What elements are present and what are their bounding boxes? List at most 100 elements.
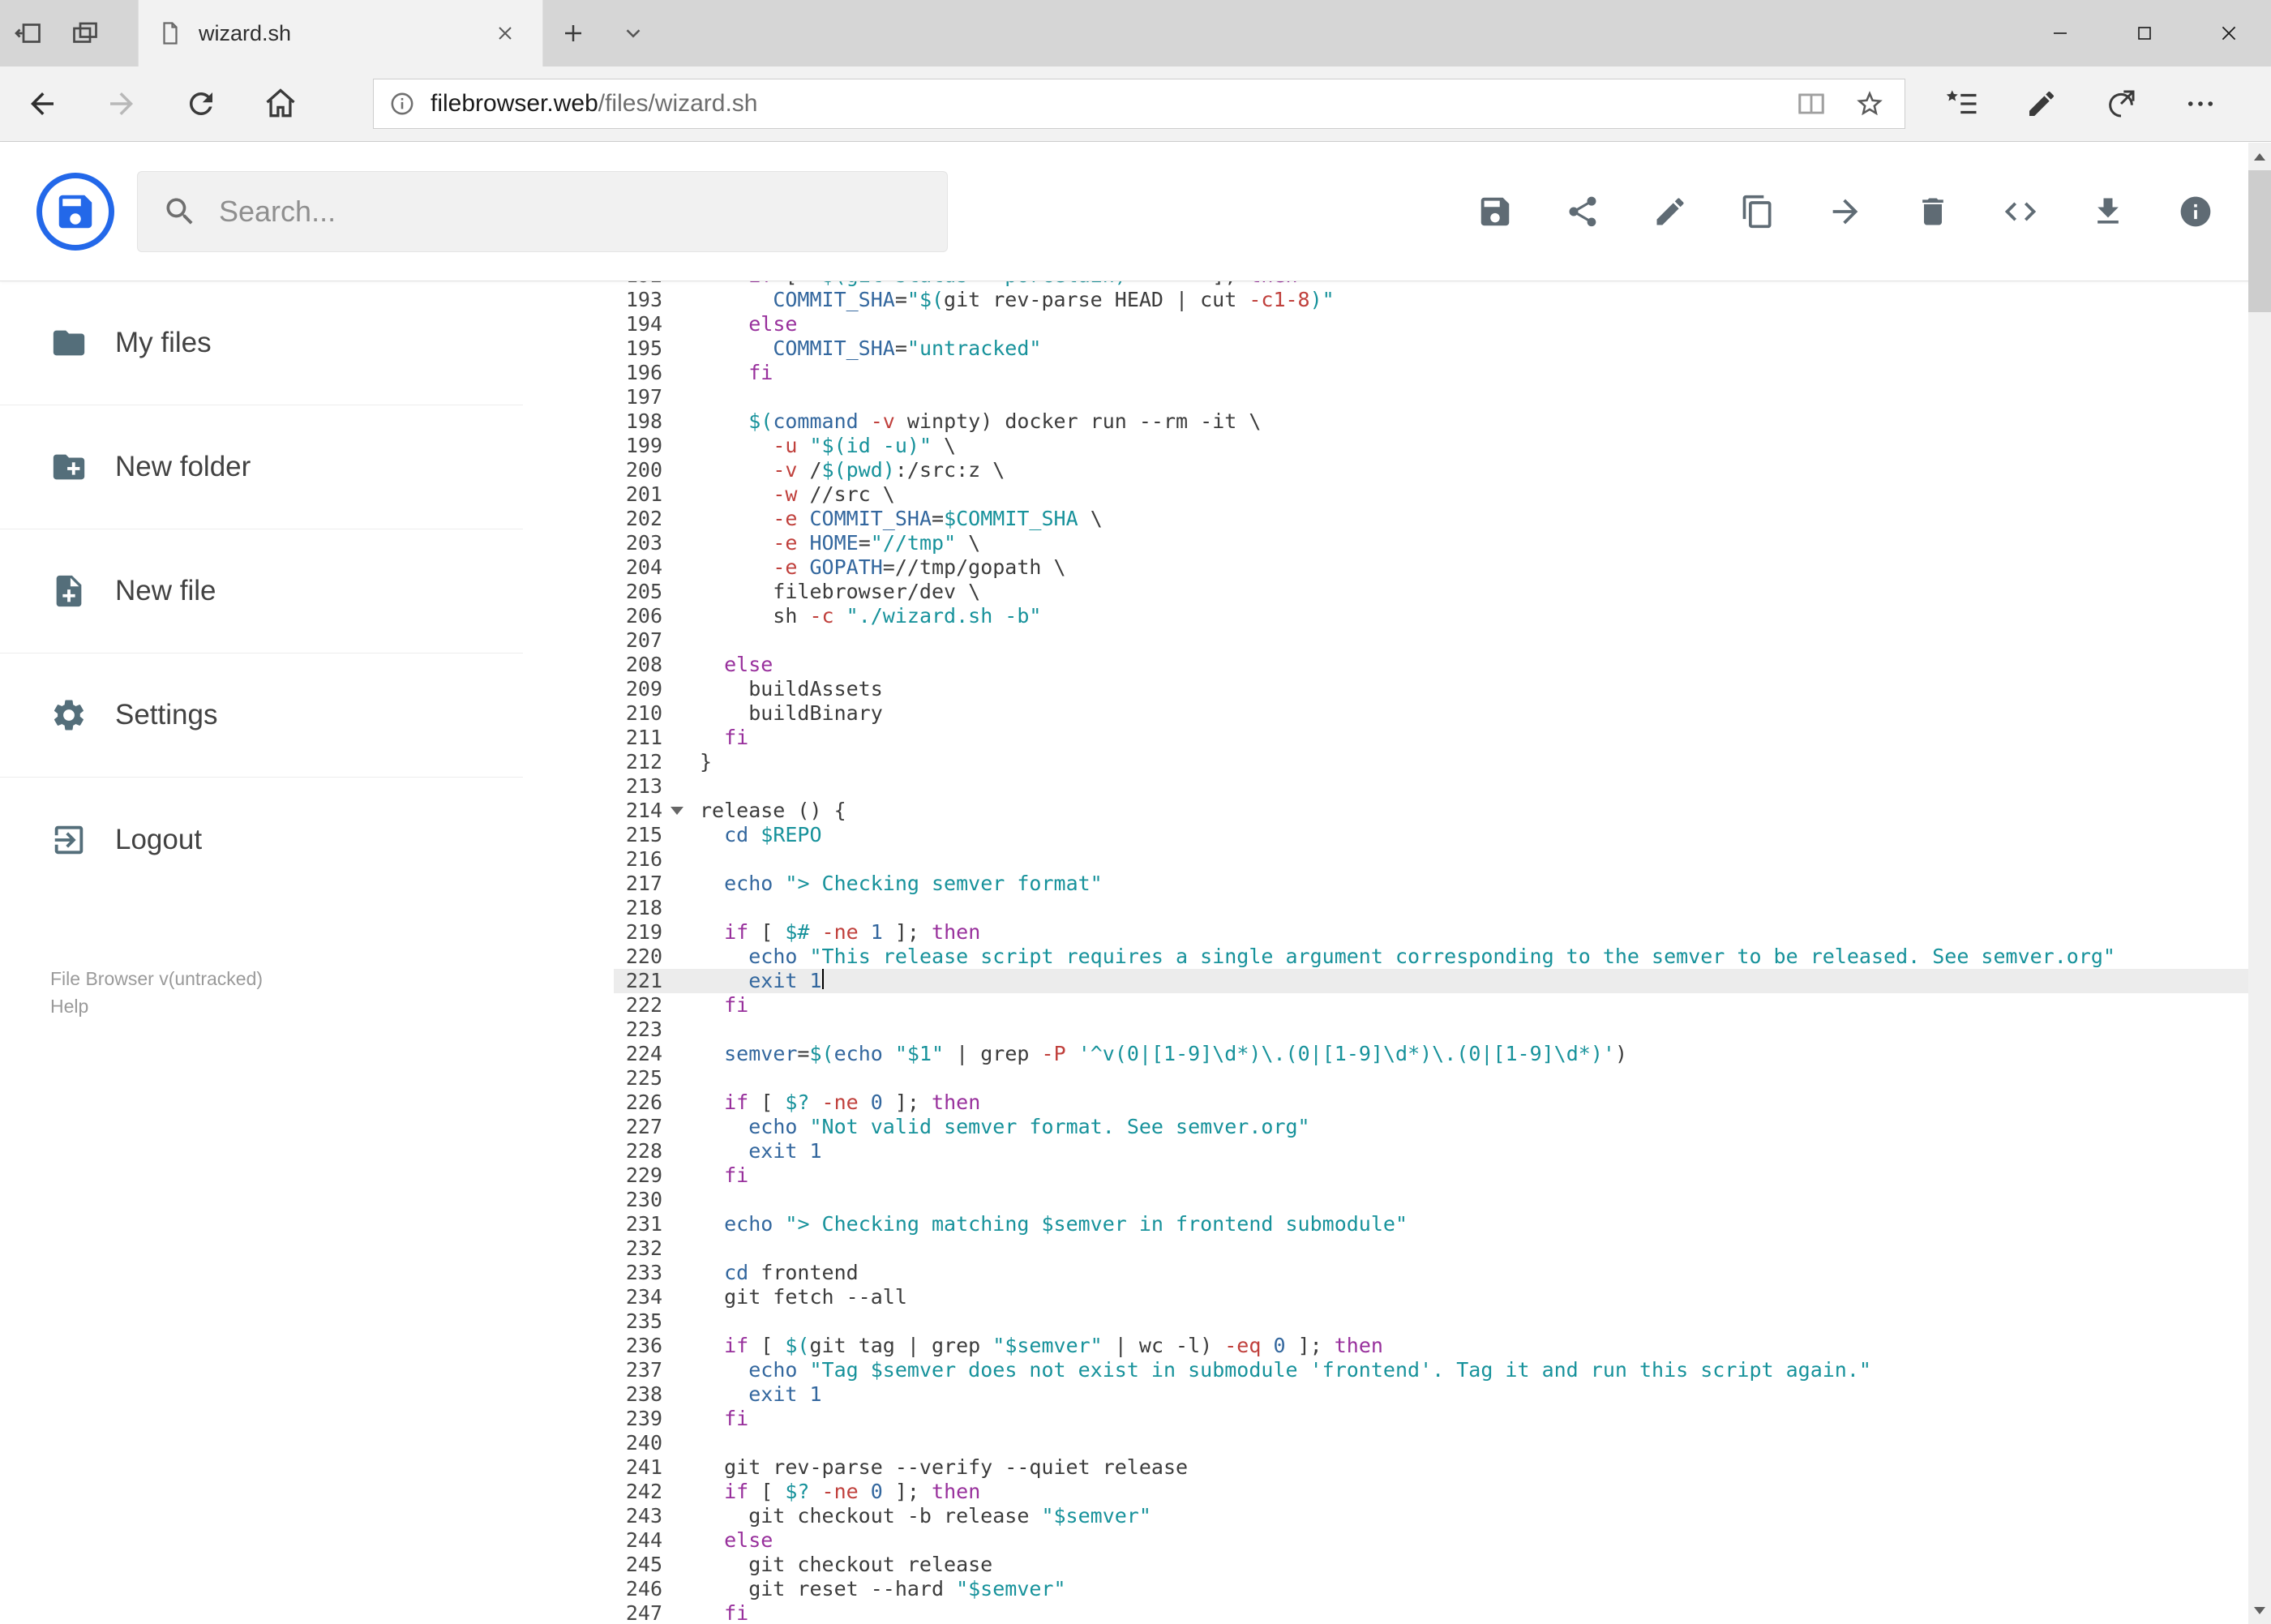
search-bar[interactable]	[137, 170, 948, 252]
code-line[interactable]: 234 git fetch --all	[614, 1285, 2271, 1309]
tab-wizard-sh[interactable]: wizard.sh	[138, 0, 543, 66]
app-logo[interactable]	[36, 172, 114, 251]
new-tab-button[interactable]	[543, 0, 603, 66]
code-editor[interactable]: 192 if [ "$(git status --porcelain)" = "…	[523, 281, 2271, 1622]
share-button[interactable]	[2081, 66, 2161, 142]
code-line[interactable]: 220 echo "This release script requires a…	[614, 945, 2271, 969]
annotate-button[interactable]	[2002, 66, 2081, 142]
back-button[interactable]	[6, 66, 78, 142]
scroll-down-button[interactable]	[2248, 1596, 2271, 1624]
code-line[interactable]: 206 sh -c "./wizard.sh -b"	[614, 604, 2271, 628]
share-file-button[interactable]	[1564, 193, 1601, 230]
code-line[interactable]: 196 fi	[614, 361, 2271, 385]
code-line[interactable]: 239 fi	[614, 1407, 2271, 1431]
code-line[interactable]: 201 -w //src \	[614, 482, 2271, 507]
code-line[interactable]: 244 else	[614, 1528, 2271, 1553]
forward-button[interactable]	[86, 66, 157, 142]
code-line[interactable]: 231 echo "> Checking matching $semver in…	[614, 1212, 2271, 1236]
code-line[interactable]: 212}	[614, 750, 2271, 774]
code-line[interactable]: 203 -e HOME="//tmp" \	[614, 531, 2271, 555]
reading-view-button[interactable]	[1796, 88, 1827, 119]
hub-button[interactable]	[1922, 66, 2002, 142]
code-line[interactable]: 228 exit 1	[614, 1139, 2271, 1163]
code-line[interactable]: 215 cd $REPO	[614, 823, 2271, 847]
code-line[interactable]: 242 if [ $? -ne 0 ]; then	[614, 1480, 2271, 1504]
code-line[interactable]: 224 semver=$(echo "$1" | grep -P '^v(0|[…	[614, 1042, 2271, 1066]
code-line[interactable]: 247 fi	[614, 1601, 2271, 1622]
code-line[interactable]: 236 if [ $(git tag | grep "$semver" | wc…	[614, 1334, 2271, 1358]
download-button[interactable]	[2089, 193, 2127, 230]
code-line[interactable]: 199 -u "$(id -u)" \	[614, 434, 2271, 458]
info-button[interactable]	[2177, 193, 2214, 230]
set-tabs-aside-button[interactable]	[0, 0, 57, 66]
code-line[interactable]: 209 buildAssets	[614, 677, 2271, 701]
code-line[interactable]: 235	[614, 1309, 2271, 1334]
minimize-button[interactable]	[2018, 0, 2102, 66]
fold-icon[interactable]	[671, 807, 683, 815]
close-tab-button[interactable]	[487, 15, 523, 51]
sidebar-item-new-folder[interactable]: New folder	[0, 405, 523, 529]
copy-button[interactable]	[1739, 193, 1776, 230]
code-line[interactable]: 198 $(command -v winpty) docker run --rm…	[614, 409, 2271, 434]
code-line[interactable]: 193 COMMIT_SHA="$(git rev-parse HEAD | c…	[614, 288, 2271, 312]
code-line[interactable]: 233 cd frontend	[614, 1261, 2271, 1285]
code-line[interactable]: 205 filebrowser/dev \	[614, 580, 2271, 604]
code-line[interactable]: 222 fi	[614, 993, 2271, 1018]
code-line[interactable]: 218	[614, 896, 2271, 920]
code-line[interactable]: 230	[614, 1188, 2271, 1212]
code-line[interactable]: 202 -e COMMIT_SHA=$COMMIT_SHA \	[614, 507, 2271, 531]
code-line[interactable]: 219 if [ $# -ne 1 ]; then	[614, 920, 2271, 945]
more-button[interactable]	[2161, 66, 2240, 142]
code-line[interactable]: 192 if [ "$(git status --porcelain)" = "…	[614, 281, 2271, 288]
sidebar-item-settings[interactable]: Settings	[0, 653, 523, 778]
move-button[interactable]	[1827, 193, 1864, 230]
vertical-scrollbar[interactable]	[2248, 143, 2271, 1624]
code-view-button[interactable]	[2002, 193, 2039, 230]
sidebar-item-logout[interactable]: Logout	[0, 778, 523, 902]
code-line[interactable]: 204 -e GOPATH=//tmp/gopath \	[614, 555, 2271, 580]
search-input[interactable]	[219, 194, 923, 229]
delete-button[interactable]	[1914, 193, 1952, 230]
show-tab-previews-button[interactable]	[603, 0, 663, 66]
favorite-button[interactable]	[1854, 88, 1885, 119]
sidebar-item-my-files[interactable]: My files	[0, 281, 523, 405]
home-button[interactable]	[245, 66, 316, 142]
code-line[interactable]: 223	[614, 1018, 2271, 1042]
code-line[interactable]: 194 else	[614, 312, 2271, 336]
code-line[interactable]: 237 echo "Tag $semver does not exist in …	[614, 1358, 2271, 1382]
code-line[interactable]: 214 release () {	[614, 799, 2271, 823]
code-line[interactable]: 232	[614, 1236, 2271, 1261]
rename-button[interactable]	[1652, 193, 1689, 230]
code-line[interactable]: 243 git checkout -b release "$semver"	[614, 1504, 2271, 1528]
scroll-up-button[interactable]	[2248, 143, 2271, 170]
site-info-icon[interactable]	[388, 90, 416, 118]
code-line[interactable]: 200 -v /$(pwd):/src:z \	[614, 458, 2271, 482]
code-line[interactable]: 195 COMMIT_SHA="untracked"	[614, 336, 2271, 361]
code-line[interactable]: 245 git checkout release	[614, 1553, 2271, 1577]
address-bar[interactable]: filebrowser.web/files/wizard.sh	[373, 79, 1905, 129]
code-line[interactable]: 246 git reset --hard "$semver"	[614, 1577, 2271, 1601]
code-line[interactable]: 229 fi	[614, 1163, 2271, 1188]
tab-preview-button[interactable]	[57, 0, 114, 66]
maximize-button[interactable]	[2102, 0, 2187, 66]
code-line[interactable]: 208 else	[614, 653, 2271, 677]
sidebar-item-new-file[interactable]: New file	[0, 529, 523, 653]
code-line[interactable]: 211 fi	[614, 726, 2271, 750]
code-line[interactable]: 207	[614, 628, 2271, 653]
code-line[interactable]: 216	[614, 847, 2271, 872]
code-line[interactable]: 238 exit 1	[614, 1382, 2271, 1407]
scroll-thumb[interactable]	[2248, 170, 2271, 312]
close-window-button[interactable]	[2187, 0, 2271, 66]
code-line[interactable]: 210 buildBinary	[614, 701, 2271, 726]
code-line[interactable]: 217 echo "> Checking semver format"	[614, 872, 2271, 896]
code-line[interactable]: 226 if [ $? -ne 0 ]; then	[614, 1091, 2271, 1115]
code-line[interactable]: 225	[614, 1066, 2271, 1091]
help-link[interactable]: Help	[50, 992, 523, 1020]
code-line[interactable]: 197	[614, 385, 2271, 409]
code-line[interactable]: 227 echo "Not valid semver format. See s…	[614, 1115, 2271, 1139]
code-line[interactable]: 221 exit 1	[614, 969, 2271, 993]
code-line[interactable]: 241 git rev-parse --verify --quiet relea…	[614, 1455, 2271, 1480]
save-button[interactable]	[1476, 193, 1514, 230]
code-line[interactable]: 213	[614, 774, 2271, 799]
refresh-button[interactable]	[165, 66, 237, 142]
